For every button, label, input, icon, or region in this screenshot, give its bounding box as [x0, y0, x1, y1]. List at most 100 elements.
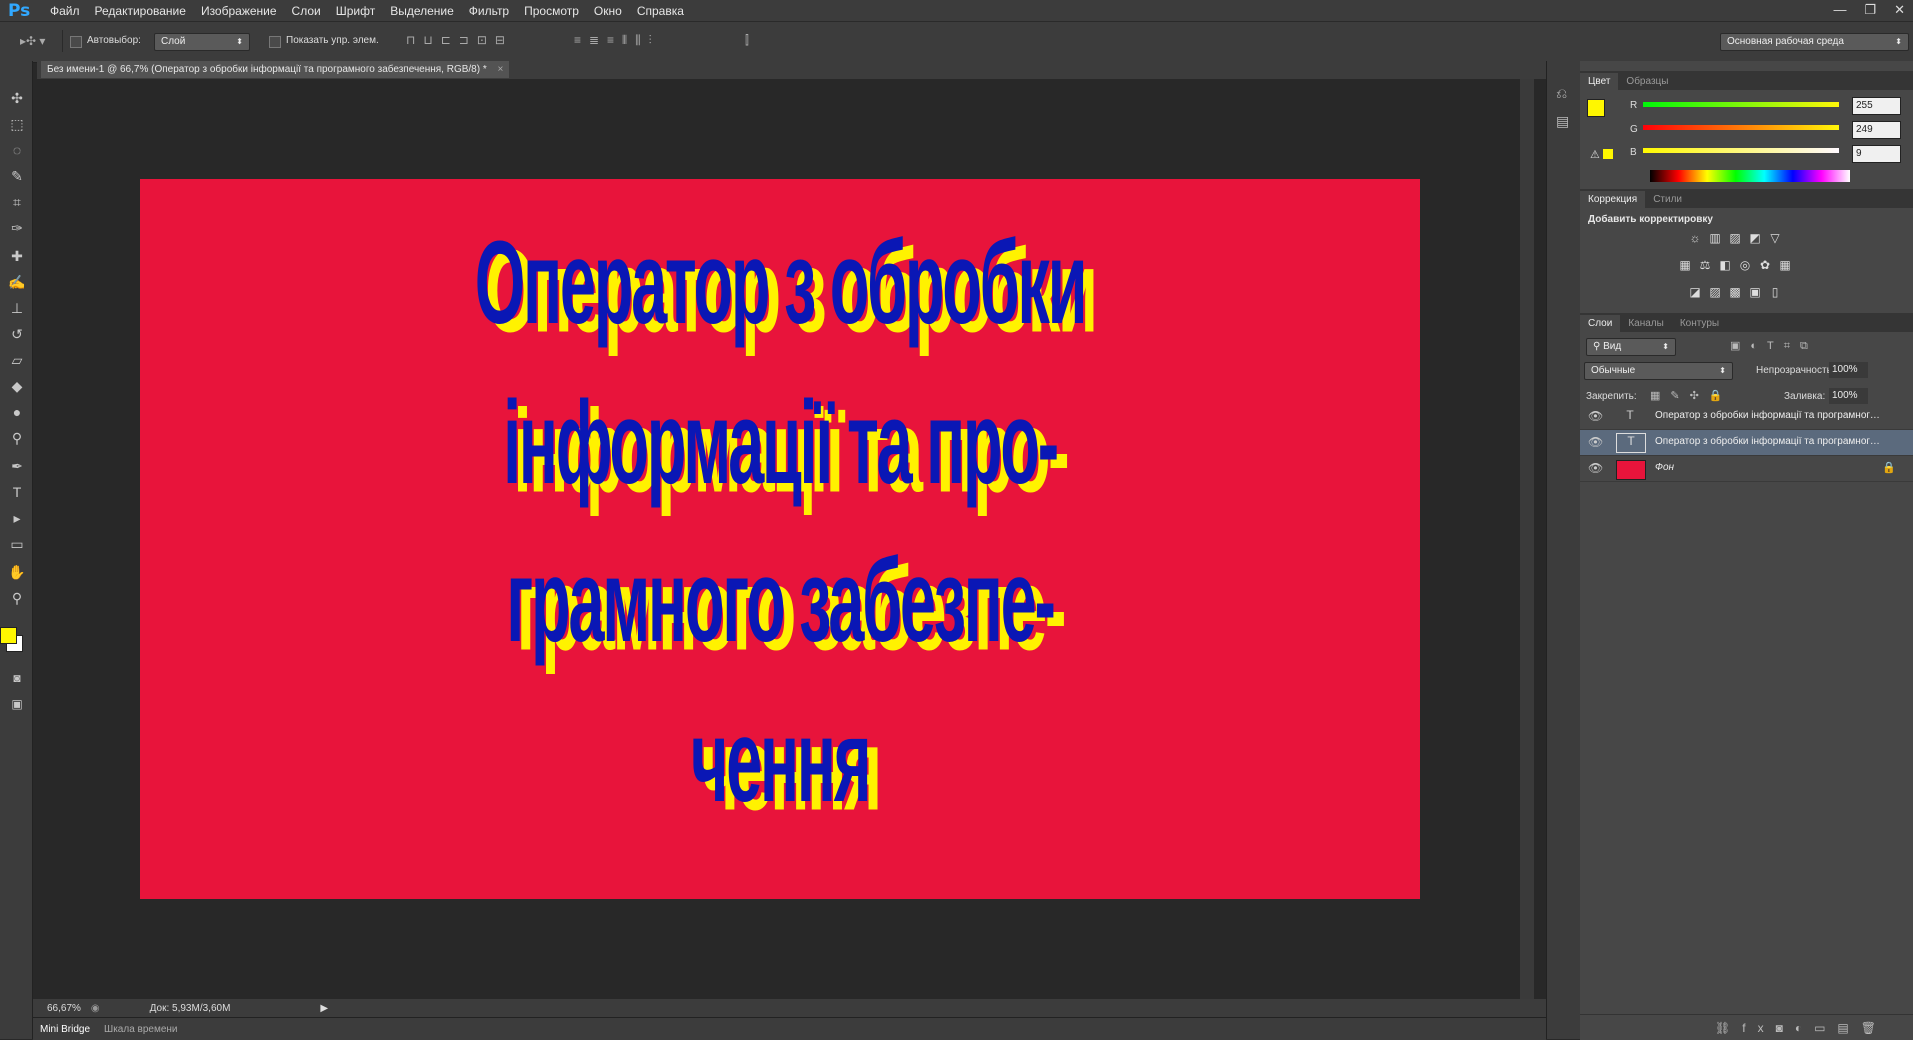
tab-swatches[interactable]: Образцы: [1618, 73, 1676, 90]
zoom-tool-icon[interactable]: ⚲: [6, 587, 28, 609]
menu-help[interactable]: Справка: [637, 4, 684, 18]
layer-filter-icons[interactable]: ▣◐T⌗⧉: [1730, 339, 1818, 353]
screen-mode-icon[interactable]: ▣: [6, 693, 28, 715]
menu-type[interactable]: Шрифт: [336, 4, 375, 18]
quick-mask-icon[interactable]: ◙: [6, 667, 28, 689]
menu-select[interactable]: Выделение: [390, 4, 454, 18]
path-select-icon[interactable]: ▸: [6, 507, 28, 529]
status-menu-arrow-icon[interactable]: ▶: [320, 1003, 328, 1014]
menu-filter[interactable]: Фильтр: [469, 4, 509, 18]
autoselect-dropdown[interactable]: Слой ⬍: [154, 33, 250, 51]
exposure-icon[interactable]: ◩: [1745, 231, 1765, 245]
color-foreground-swatch[interactable]: [1587, 99, 1605, 117]
menu-view[interactable]: Просмотр: [524, 4, 579, 18]
color-lookup-icon[interactable]: ▦: [1775, 258, 1795, 272]
color-balance-icon[interactable]: ⚖: [1695, 258, 1715, 272]
auto-align-icon[interactable]: ⫿: [745, 33, 749, 48]
type-tool-icon[interactable]: T: [6, 481, 28, 503]
g-value-input[interactable]: 249: [1852, 121, 1901, 139]
stamp-tool-icon[interactable]: ⊥: [6, 297, 28, 319]
workspace-dropdown[interactable]: Основная рабочая среда ⬍: [1720, 33, 1909, 51]
minimize-button[interactable]: —: [1833, 0, 1846, 20]
opacity-input[interactable]: 100%: [1829, 362, 1868, 378]
zoom-level[interactable]: 66,67%: [47, 1003, 81, 1014]
hue-saturation-icon[interactable]: ▦: [1675, 258, 1695, 272]
history-panel-icon[interactable]: ⎌: [1556, 85, 1567, 102]
gamut-warning-icon[interactable]: ⚠: [1590, 148, 1600, 161]
tab-color[interactable]: Цвет: [1580, 73, 1619, 90]
quick-select-tool-icon[interactable]: ✎: [6, 165, 28, 187]
document-canvas[interactable]: Оператор з обробки Оператор з обробки ін…: [140, 179, 1420, 899]
visibility-eye-icon[interactable]: 👁: [1588, 461, 1603, 475]
layer-filter-dropdown[interactable]: ⚲ Вид ⬍: [1586, 338, 1676, 356]
tab-layers[interactable]: Слои: [1580, 315, 1621, 332]
close-tab-icon[interactable]: ×: [498, 64, 504, 75]
vertical-scrollbar[interactable]: [1520, 79, 1534, 1004]
autoselect-checkbox[interactable]: [70, 36, 82, 48]
tab-channels[interactable]: Каналы: [1620, 315, 1672, 332]
blend-mode-dropdown[interactable]: Обычные ⬍: [1584, 362, 1733, 380]
threshold-icon[interactable]: ▩: [1725, 285, 1745, 299]
menu-edit[interactable]: Редактирование: [95, 4, 186, 18]
tab-adjustments[interactable]: Коррекция: [1580, 191, 1646, 208]
move-tool-icon[interactable]: ✣: [6, 87, 28, 109]
layer-row[interactable]: 👁 T Оператор з обробки інформації та про…: [1580, 404, 1913, 430]
tab-paths[interactable]: Контуры: [1672, 315, 1727, 332]
hand-tool-icon[interactable]: ✋: [6, 561, 28, 583]
visibility-eye-icon[interactable]: 👁: [1588, 409, 1603, 423]
close-button[interactable]: ✕: [1894, 0, 1905, 20]
eyedropper-tool-icon[interactable]: ✑: [6, 217, 28, 239]
eraser-tool-icon[interactable]: ▱: [6, 349, 28, 371]
marquee-tool-icon[interactable]: ⬚: [6, 113, 28, 135]
vibrance-icon[interactable]: ▽: [1765, 231, 1785, 245]
channel-mixer-icon[interactable]: ✿: [1755, 258, 1775, 272]
lasso-tool-icon[interactable]: ◌: [6, 139, 28, 161]
brush-tool-icon[interactable]: ✍: [6, 271, 28, 293]
gradient-map-icon[interactable]: ▯: [1765, 285, 1785, 299]
posterize-icon[interactable]: ▨: [1705, 285, 1725, 299]
visibility-eye-icon[interactable]: 👁: [1588, 435, 1603, 449]
document-tab[interactable]: Без имени-1 @ 66,7% (Оператор з обробки …: [41, 61, 510, 78]
brightness-icon[interactable]: ☼: [1685, 231, 1705, 245]
tab-timeline[interactable]: Шкала времени: [97, 1024, 184, 1035]
r-slider[interactable]: [1643, 102, 1839, 107]
layer-row-background[interactable]: 👁 Фон 🔒: [1580, 456, 1913, 482]
g-slider[interactable]: [1643, 125, 1839, 130]
menu-image[interactable]: Изображение: [201, 4, 277, 18]
properties-panel-icon[interactable]: ▤: [1556, 113, 1569, 130]
healing-tool-icon[interactable]: ✚: [6, 245, 28, 267]
tab-mini-bridge[interactable]: Mini Bridge: [33, 1024, 97, 1035]
curves-icon[interactable]: ▨: [1725, 231, 1745, 245]
align-buttons-icon[interactable]: ⊓⊔⊏⊐⊡⊟: [406, 33, 513, 47]
status-info-icon[interactable]: ◉: [91, 1003, 100, 1014]
menu-layers[interactable]: Слои: [292, 4, 321, 18]
pen-tool-icon[interactable]: ✒: [6, 455, 28, 477]
lock-icons[interactable]: ▦✎✣🔒: [1650, 389, 1733, 402]
blur-tool-icon[interactable]: ●: [6, 401, 28, 423]
distribute-buttons-icon[interactable]: ≡≣≡⫴⫼⫶: [574, 33, 660, 48]
selective-color-icon[interactable]: ▣: [1745, 285, 1765, 299]
restore-button[interactable]: ❐: [1864, 0, 1876, 20]
dodge-tool-icon[interactable]: ⚲: [6, 427, 28, 449]
tab-styles[interactable]: Стили: [1645, 191, 1690, 208]
r-value-input[interactable]: 255: [1852, 97, 1901, 115]
shape-tool-icon[interactable]: ▭: [6, 533, 28, 555]
crop-tool-icon[interactable]: ⌗: [6, 191, 28, 213]
levels-icon[interactable]: ▥: [1705, 231, 1725, 245]
layer-footer-icons[interactable]: ⛓fx◙◐▭▤🗑: [1715, 1021, 1888, 1035]
history-brush-icon[interactable]: ↺: [6, 323, 28, 345]
menu-window[interactable]: Окно: [594, 4, 622, 18]
photo-filter-icon[interactable]: ◎: [1735, 258, 1755, 272]
paint-bucket-icon[interactable]: ◆: [6, 375, 28, 397]
black-white-icon[interactable]: ◧: [1715, 258, 1735, 272]
menu-file[interactable]: Файл: [50, 4, 80, 18]
layer-row-selected[interactable]: 👁 T Оператор з обробки інформації та про…: [1580, 430, 1913, 456]
color-spectrum-bar[interactable]: [1650, 170, 1850, 182]
b-slider[interactable]: [1643, 148, 1839, 153]
b-value-input[interactable]: 9: [1852, 145, 1901, 163]
invert-icon[interactable]: ◪: [1685, 285, 1705, 299]
show-transform-checkbox[interactable]: [269, 36, 281, 48]
move-tool-preset-icon[interactable]: ▸✣ ▾: [20, 34, 45, 48]
fill-input[interactable]: 100%: [1829, 388, 1868, 404]
foreground-color-swatch[interactable]: [0, 627, 17, 644]
